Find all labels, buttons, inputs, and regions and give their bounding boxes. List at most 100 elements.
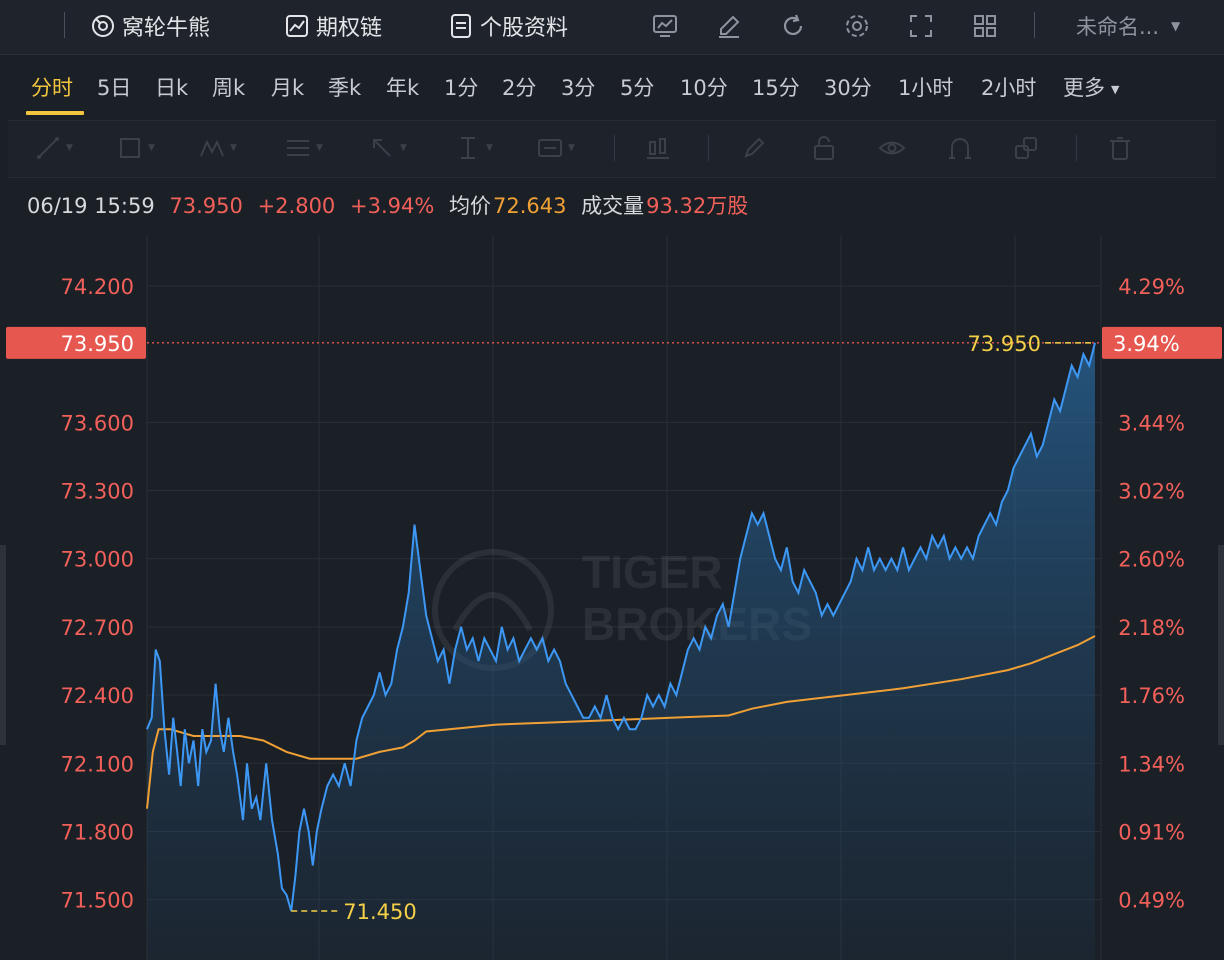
period-tabs: 分时 5日 日k 周k 月k 季k 年k 1分 2分 3分 5分 10分 15分… <box>0 56 1224 118</box>
chevron-down-icon: ▼ <box>66 143 73 153</box>
text-label-tool-icon <box>538 139 562 157</box>
layers-icon <box>1015 137 1037 159</box>
quote-change: +2.800 <box>257 194 336 218</box>
intraday-chart[interactable]: TIGER BROKERS 74.20073.60073.30073.00072… <box>0 230 1224 960</box>
tab-10min[interactable]: 10分 <box>680 72 728 102</box>
brush-tool-icon <box>744 137 765 158</box>
percent-tick-label: 1.76% <box>1118 684 1185 708</box>
warrants-label: 窝轮牛熊 <box>122 16 211 41</box>
tab-5min[interactable]: 5分 <box>620 72 654 102</box>
svg-text:3.94%: 3.94% <box>1113 332 1180 356</box>
arrow-tool[interactable]: ▼ <box>368 133 407 163</box>
price-tick-label: 74.200 <box>61 275 134 299</box>
layout-button[interactable] <box>970 11 1000 41</box>
tab-1min[interactable]: 1分 <box>444 72 478 102</box>
divider <box>708 135 709 161</box>
tab-daily[interactable]: 日k <box>155 72 188 102</box>
volume-value: 93.32万股 <box>646 194 749 218</box>
line-tool[interactable]: ▼ <box>34 133 73 163</box>
more-label: 更多 <box>1063 76 1105 100</box>
option-chain-icon <box>286 15 308 37</box>
magnet-button[interactable] <box>946 133 974 163</box>
tab-5day[interactable]: 5日 <box>97 72 131 102</box>
percent-axis: 4.29% 3.44% 3.02% 2.60% 2.18% 1.76% 1.34% 0.91%… <box>1118 275 1185 913</box>
option-chain-link[interactable]: 期权链 <box>284 8 382 44</box>
svg-text:73.950: 73.950 <box>968 332 1041 356</box>
tab-1hour[interactable]: 1小时 <box>898 72 953 102</box>
rectangle-tool-icon <box>120 138 140 158</box>
trash-icon <box>1110 137 1130 160</box>
tab-intraday[interactable]: 分时 <box>31 72 73 102</box>
fullscreen-button[interactable] <box>906 11 936 41</box>
pattern-tool[interactable]: ▼ <box>198 133 237 163</box>
chevron-down-icon: ▼ <box>568 143 575 153</box>
visibility-button[interactable] <box>878 133 906 163</box>
arrow-tool-icon <box>373 139 391 157</box>
chevron-down-icon: ▼ <box>316 143 323 153</box>
high-marker: 73.950 <box>968 332 1095 356</box>
tab-2min[interactable]: 2分 <box>502 72 536 102</box>
lock-button[interactable] <box>810 133 838 163</box>
refresh-button[interactable] <box>778 11 808 41</box>
delete-button[interactable] <box>1106 133 1134 163</box>
percent-tick-label: 3.44% <box>1118 411 1185 435</box>
gear-icon <box>846 15 868 37</box>
price-tick-label: 72.100 <box>61 752 134 776</box>
percent-tick-label: 2.18% <box>1118 616 1185 640</box>
fibonacci-tool-icon <box>287 140 309 156</box>
price-tick-label: 73.300 <box>61 480 134 504</box>
divider <box>1034 12 1035 38</box>
divider <box>1076 135 1077 161</box>
drawing-toolbar: ▼ ▼ ▼ ▼ ▼ ▼ ▼ <box>8 120 1216 178</box>
fibonacci-tool[interactable]: ▼ <box>284 133 323 163</box>
avg-value: 72.643 <box>492 194 567 218</box>
tab-monthly[interactable]: 月k <box>271 72 304 102</box>
text-label-tool[interactable]: ▼ <box>536 133 575 163</box>
chevron-down-icon: ▼ <box>1111 82 1120 96</box>
tab-quarterly[interactable]: 季k <box>328 72 361 102</box>
price-axis: 74.200 73.600 73.300 73.000 72.700 72.400 72.1… <box>61 275 134 913</box>
expand-icon <box>910 15 932 37</box>
settings-button[interactable] <box>842 11 872 41</box>
tab-30min[interactable]: 30分 <box>824 72 872 102</box>
chart-compare-button[interactable] <box>650 11 680 41</box>
warrant-icon <box>92 15 114 37</box>
chevron-down-icon: ▼ <box>486 143 493 153</box>
active-tab-indicator <box>26 111 84 115</box>
brush-tool[interactable] <box>740 133 768 163</box>
tab-more[interactable]: 更多 ▼ <box>1063 72 1119 102</box>
current-pct-tag-right: 3.94% <box>1102 326 1222 359</box>
svg-text:73.950: 73.950 <box>61 332 134 356</box>
price-area-fill <box>147 342 1095 960</box>
layers-button[interactable] <box>1012 133 1040 163</box>
volume-label: 成交量 <box>581 194 645 218</box>
tab-15min[interactable]: 15分 <box>752 72 800 102</box>
stock-profile-link[interactable]: 个股资料 <box>448 8 568 44</box>
lock-icon <box>814 136 834 160</box>
document-icon <box>451 14 471 38</box>
layout-selector[interactable]: 未命名... ▼ <box>1076 10 1180 42</box>
pattern-tool-icon <box>200 139 224 157</box>
text-cursor-tool[interactable]: ▼ <box>454 133 493 163</box>
rectangle-tool[interactable]: ▼ <box>116 133 155 163</box>
chart-compare-icon <box>653 15 677 37</box>
tab-yearly[interactable]: 年k <box>386 72 419 102</box>
tab-2hour[interactable]: 2小时 <box>981 72 1036 102</box>
stock-profile-label: 个股资料 <box>480 16 569 41</box>
tab-weekly[interactable]: 周k <box>212 72 245 102</box>
line-tool-icon <box>37 137 59 159</box>
price-tick-label: 72.400 <box>61 684 134 708</box>
quote-price: 73.950 <box>169 194 243 218</box>
chevron-down-icon: ▼ <box>400 143 407 153</box>
draw-button[interactable] <box>714 11 744 41</box>
refresh-icon <box>783 14 803 35</box>
top-bar: 窝轮牛熊 期权链 个股资料 未命名... ▼ <box>0 0 1224 55</box>
candle-tool[interactable] <box>644 133 672 163</box>
warrants-link[interactable]: 窝轮牛熊 <box>90 8 210 44</box>
svg-text:71.450: 71.450 <box>343 900 416 924</box>
layout-name: 未命名... <box>1076 15 1160 39</box>
percent-tick-label: 1.34% <box>1118 752 1185 776</box>
price-tick-label: 73.000 <box>61 548 134 572</box>
magnet-icon <box>949 138 971 159</box>
tab-3min[interactable]: 3分 <box>561 72 595 102</box>
